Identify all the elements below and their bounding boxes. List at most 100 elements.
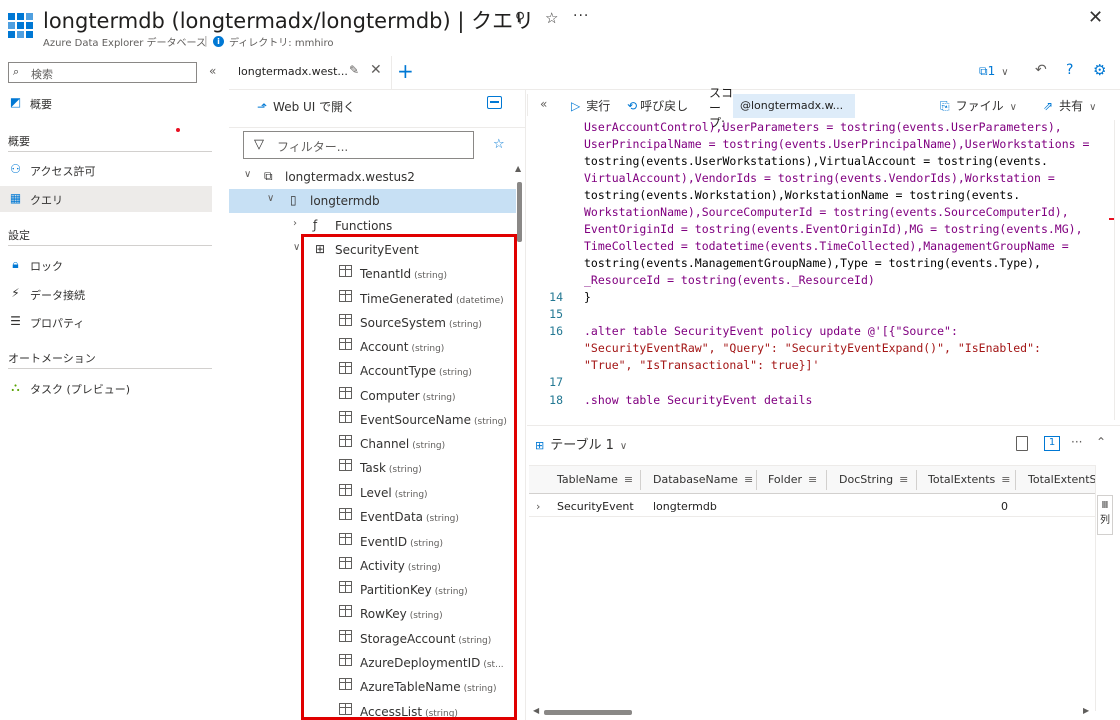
- scope-selector[interactable]: @longtermadx.w...: [733, 94, 855, 118]
- play-icon: ▷: [571, 99, 581, 113]
- column-divider[interactable]: [640, 470, 641, 490]
- line-number: 15: [549, 307, 563, 321]
- row-expand-icon[interactable]: ›: [536, 500, 540, 513]
- code-line: TimeCollected = todatetime(events.TimeCo…: [584, 239, 1069, 253]
- code-line: UserAccountControl),UserParameters = tos…: [584, 120, 1062, 134]
- code-line: .alter table SecurityEvent policy update…: [584, 324, 958, 338]
- tab-label: longtermadx.west...: [238, 65, 348, 78]
- code-line: UserPrincipalName = tostring(events.User…: [584, 137, 1090, 151]
- editor-minimap-border: [1114, 120, 1115, 420]
- database-icon: ▯: [290, 193, 297, 207]
- page-title: longtermdb (longtermadx/longtermdb) | クエ…: [43, 9, 535, 33]
- grid-cell: longtermdb: [653, 500, 717, 513]
- people-icon: ⚇: [10, 162, 21, 176]
- code-line: "SecurityEventRaw", "Query": "SecurityEv…: [584, 341, 1041, 355]
- results-divider: [527, 425, 1120, 426]
- code-line: tostring(events.ManagementGroupName),Typ…: [584, 256, 1041, 270]
- filter-input[interactable]: ▽ フィルター...: [243, 131, 474, 159]
- resource-type-label: Azure Data Explorer データベース: [43, 38, 207, 49]
- row-divider: [529, 516, 1095, 517]
- chevron-up-icon[interactable]: ⌃: [1096, 435, 1106, 449]
- chevron-down-icon: ∨: [619, 441, 628, 452]
- run-button[interactable]: ▷ 実行: [571, 97, 610, 114]
- plug-icon: ⚡︎: [11, 286, 20, 300]
- column-header[interactable]: Folder ≡: [768, 473, 817, 486]
- query-tab[interactable]: longtermadx.west... ✎ ✕: [229, 56, 392, 89]
- help-icon[interactable]: ?: [1066, 62, 1073, 78]
- info-icon: i: [213, 36, 224, 47]
- column-header[interactable]: DatabaseName ≡: [653, 473, 753, 486]
- scroll-up-icon[interactable]: ▲: [515, 164, 521, 173]
- highlight-box: [301, 234, 517, 720]
- columns-panel-button[interactable]: Ⅲ列: [1097, 495, 1113, 535]
- nav-item-properties[interactable]: ☰ プロパティ: [0, 309, 212, 335]
- column-divider[interactable]: [756, 470, 757, 490]
- column-divider[interactable]: [916, 470, 917, 490]
- more-icon[interactable]: ···: [573, 8, 589, 24]
- column-header[interactable]: TotalExtentSiz: [1028, 473, 1095, 486]
- close-tab-icon[interactable]: ✕: [370, 62, 382, 78]
- nav-item-label: データ接続: [30, 289, 85, 302]
- code-line: }: [584, 290, 591, 304]
- code-line: tostring(events.Workstation),Workstation…: [584, 188, 1021, 202]
- nav-section-automation: オートメーション: [8, 347, 212, 369]
- share-menu-button[interactable]: ⇗ 共有 ∨: [1043, 97, 1096, 114]
- column-header[interactable]: TotalExtents ≡: [928, 473, 1010, 486]
- gear-icon[interactable]: ⚙: [1093, 61, 1106, 79]
- chevron-down-icon: ∨: [293, 242, 301, 253]
- code-line: tostring(events.UserWorkstations),Virtua…: [584, 154, 1048, 168]
- add-tab-button[interactable]: +: [397, 59, 414, 83]
- tab-count-dropdown[interactable]: ⧉1 ∨: [979, 64, 1009, 79]
- star-icon[interactable]: ☆: [545, 9, 558, 27]
- nav-item-label: クエリ: [30, 194, 63, 207]
- close-icon[interactable]: ✕: [1088, 7, 1103, 28]
- notification-dot: [176, 128, 180, 132]
- nav-item-tasks[interactable]: ⛬ タスク (プレビュー): [0, 375, 212, 401]
- results-view-icon[interactable]: 1: [1044, 436, 1060, 451]
- nav-section-overview: 概要: [8, 130, 212, 152]
- column-header[interactable]: TableName ≡: [557, 473, 633, 486]
- open-web-ui-button[interactable]: ⬏ Web UI で開く: [257, 98, 355, 115]
- column-divider[interactable]: [826, 470, 827, 490]
- connection-explorer: ⬏ Web UI で開く ▽ フィルター... ☆ ∨ ⧉ longtermadx…: [229, 90, 526, 720]
- pin-icon[interactable]: ⚲: [515, 10, 525, 26]
- recall-button[interactable]: ⟲ 呼び戻し: [627, 97, 688, 114]
- query-editor[interactable]: UserAccountControl),UserParameters = tos…: [527, 120, 1109, 425]
- query-toolbar: « ▷ 実行 ⟲ 呼び戻し スコープ: @longtermadx.w... ⎘ ファイ…: [527, 86, 1120, 130]
- line-number: 17: [549, 375, 563, 389]
- results-tab[interactable]: ⊞ テーブル 1 ∨: [535, 434, 627, 453]
- search-input[interactable]: ⌕ 検索: [8, 62, 197, 83]
- overview-icon: ◩: [9, 95, 22, 109]
- tree-node-cluster[interactable]: ∨ ⧉ longtermadx.westus2: [229, 165, 516, 189]
- collapse-menu-button[interactable]: «: [209, 64, 216, 78]
- explorer-scrollbar[interactable]: [517, 182, 522, 242]
- edit-icon[interactable]: ✎: [349, 63, 359, 77]
- tab-count: 1: [987, 64, 996, 78]
- nav-item-label: プロパティ: [30, 317, 85, 330]
- nav-item-query[interactable]: ▦ クエリ: [0, 186, 212, 212]
- file-menu-button[interactable]: ⎘ ファイル ∨: [940, 97, 1017, 114]
- nav-item-locks[interactable]: 🔒︎ ロック: [0, 252, 212, 278]
- column-header[interactable]: DocString ≡: [839, 473, 908, 486]
- column-divider[interactable]: [1015, 470, 1016, 490]
- collapse-panel-icon[interactable]: [487, 96, 502, 109]
- horizontal-scrollbar[interactable]: [544, 710, 632, 715]
- nav-item-overview[interactable]: ◩ 概要: [0, 90, 212, 116]
- scroll-right-icon[interactable]: ▶: [1083, 706, 1089, 715]
- file-icon: ⎘: [940, 99, 950, 113]
- properties-icon: ☰: [10, 314, 21, 328]
- share-icon: ⇗: [1043, 99, 1054, 113]
- tree-node-database[interactable]: ∨ ▯ longtermdb: [229, 189, 516, 213]
- results-layout-icon[interactable]: [1016, 436, 1028, 451]
- nav-item-permissions[interactable]: ⚇ アクセス許可: [0, 157, 212, 183]
- collapse-explorer-icon[interactable]: «: [540, 97, 547, 111]
- undo-icon[interactable]: ↶: [1035, 62, 1047, 78]
- directory-label: ディレクトリ: mmhiro: [229, 38, 334, 49]
- more-icon[interactable]: ···: [1071, 435, 1082, 449]
- nav-item-label: アクセス許可: [30, 165, 96, 178]
- scroll-left-icon[interactable]: ◀: [533, 706, 539, 715]
- favorites-filter-icon[interactable]: ☆: [493, 137, 505, 152]
- adx-logo-icon: [8, 13, 33, 38]
- nav-item-data-connections[interactable]: ⚡︎ データ接続: [0, 281, 212, 307]
- nav-item-label: 概要: [30, 98, 52, 111]
